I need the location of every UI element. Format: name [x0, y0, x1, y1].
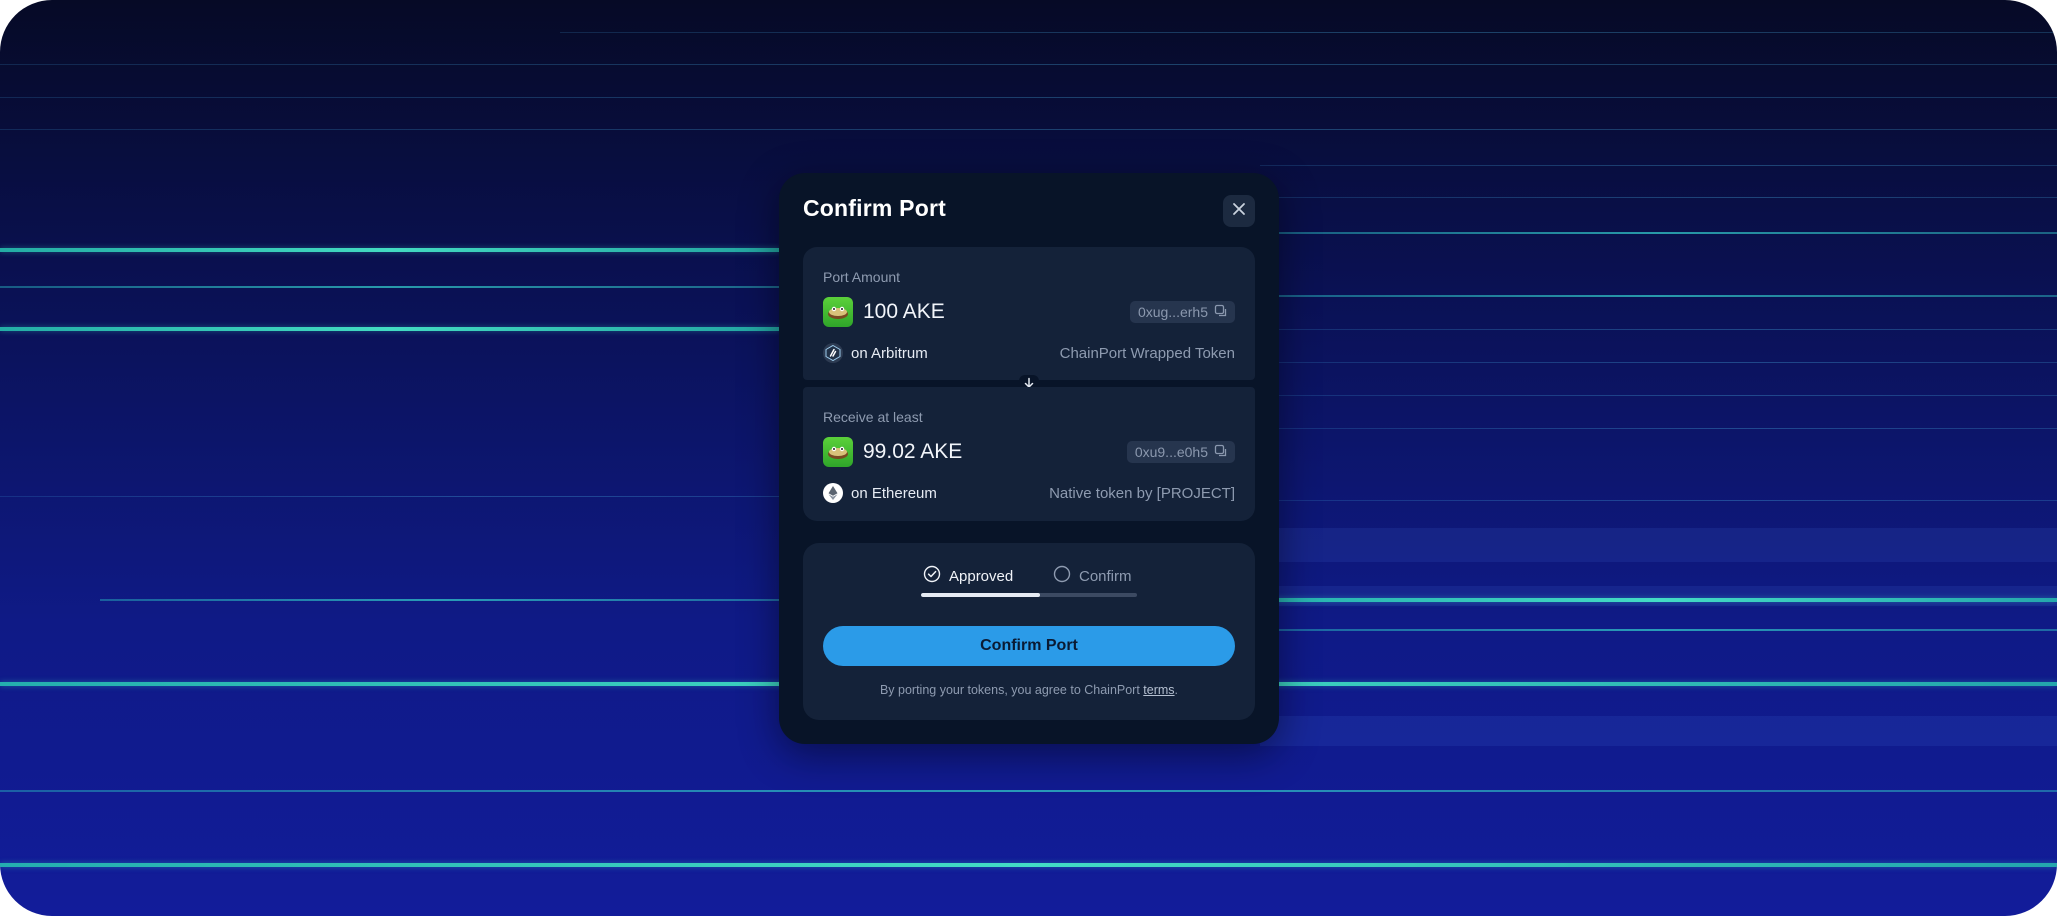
bg-line [1260, 165, 2057, 166]
port-amount-label: Port Amount [823, 269, 901, 285]
terms-link[interactable]: terms [1143, 683, 1174, 697]
confirm-port-modal: Confirm Port Port Amount 100 AKE 0xug...… [779, 173, 1279, 744]
step-progress-bar [921, 593, 1137, 597]
receive-card: Receive at least 99.02 AKE 0xu9...e0h5 o… [803, 387, 1255, 521]
bg-line [1260, 362, 2057, 363]
bg-line [1260, 329, 2057, 330]
background: Confirm Port Port Amount 100 AKE 0xug...… [0, 0, 2057, 916]
destination-address-text: 0xu9...e0h5 [1134, 444, 1208, 460]
bg-line [1260, 500, 2057, 501]
arbitrum-icon [823, 343, 843, 363]
bg-line [0, 97, 2057, 98]
bg-line [1260, 197, 2057, 198]
source-token-type: ChainPort Wrapped Token [1059, 345, 1235, 362]
bg-line [0, 496, 780, 497]
port-amount-card: Port Amount 100 AKE 0xug...erh5 on Arbit… [803, 247, 1255, 380]
bg-line [0, 286, 780, 288]
receive-label: Receive at least [823, 409, 923, 425]
bg-band [1260, 586, 2057, 606]
close-icon [1232, 202, 1246, 221]
bg-line [1260, 232, 2057, 234]
bg-line [1260, 428, 2057, 429]
confirm-port-button[interactable]: Confirm Port [823, 626, 1235, 666]
bg-line [0, 248, 780, 252]
bg-line [0, 327, 780, 331]
receive-amount-value: 99.02 AKE [863, 440, 963, 463]
bg-line [1260, 629, 2057, 631]
copy-icon [1214, 304, 1227, 320]
bg-line [0, 129, 2057, 130]
check-circle-icon [923, 565, 941, 587]
ethereum-icon [823, 483, 843, 503]
step-confirm: Confirm [1053, 565, 1132, 587]
bg-band [1260, 528, 2057, 562]
step-approved-label: Approved [949, 567, 1014, 585]
modal-title: Confirm Port [803, 195, 946, 221]
close-button[interactable] [1223, 195, 1255, 227]
bg-line [100, 599, 780, 601]
terms-text: By porting your tokens, you agree to Cha… [879, 683, 1144, 697]
source-address-text: 0xug...erh5 [1137, 304, 1208, 320]
source-token-address[interactable]: 0xug...erh5 [1129, 301, 1235, 323]
step-approved: Approved [923, 565, 1013, 587]
destination-chain: on Ethereum [851, 485, 937, 502]
bg-line [0, 863, 2057, 867]
step-confirm-label: Confirm [1079, 567, 1132, 585]
destination-token-type: Native token by [PROJECT] [1049, 485, 1235, 502]
copy-icon [1214, 444, 1227, 460]
source-chain: on Arbitrum [851, 345, 928, 362]
destination-token-address[interactable]: 0xu9...e0h5 [1126, 441, 1235, 463]
bg-line [0, 64, 2057, 65]
bg-line [1260, 598, 2057, 602]
bg-line [1260, 395, 2057, 396]
bg-line [0, 790, 2057, 792]
step-progress-fill [921, 593, 1040, 597]
bg-band [1260, 716, 2057, 746]
bg-line [1260, 295, 2057, 297]
port-amount-value: 100 AKE [863, 300, 945, 323]
token-icon [823, 437, 853, 467]
confirm-section: Approved Confirm Confirm Port By porting… [803, 543, 1255, 720]
token-icon [823, 297, 853, 327]
bg-line [560, 32, 2057, 33]
terms-notice: By porting your tokens, you agree to Cha… [803, 683, 1255, 697]
empty-circle-icon [1053, 565, 1071, 587]
terms-period: . [1174, 683, 1179, 697]
